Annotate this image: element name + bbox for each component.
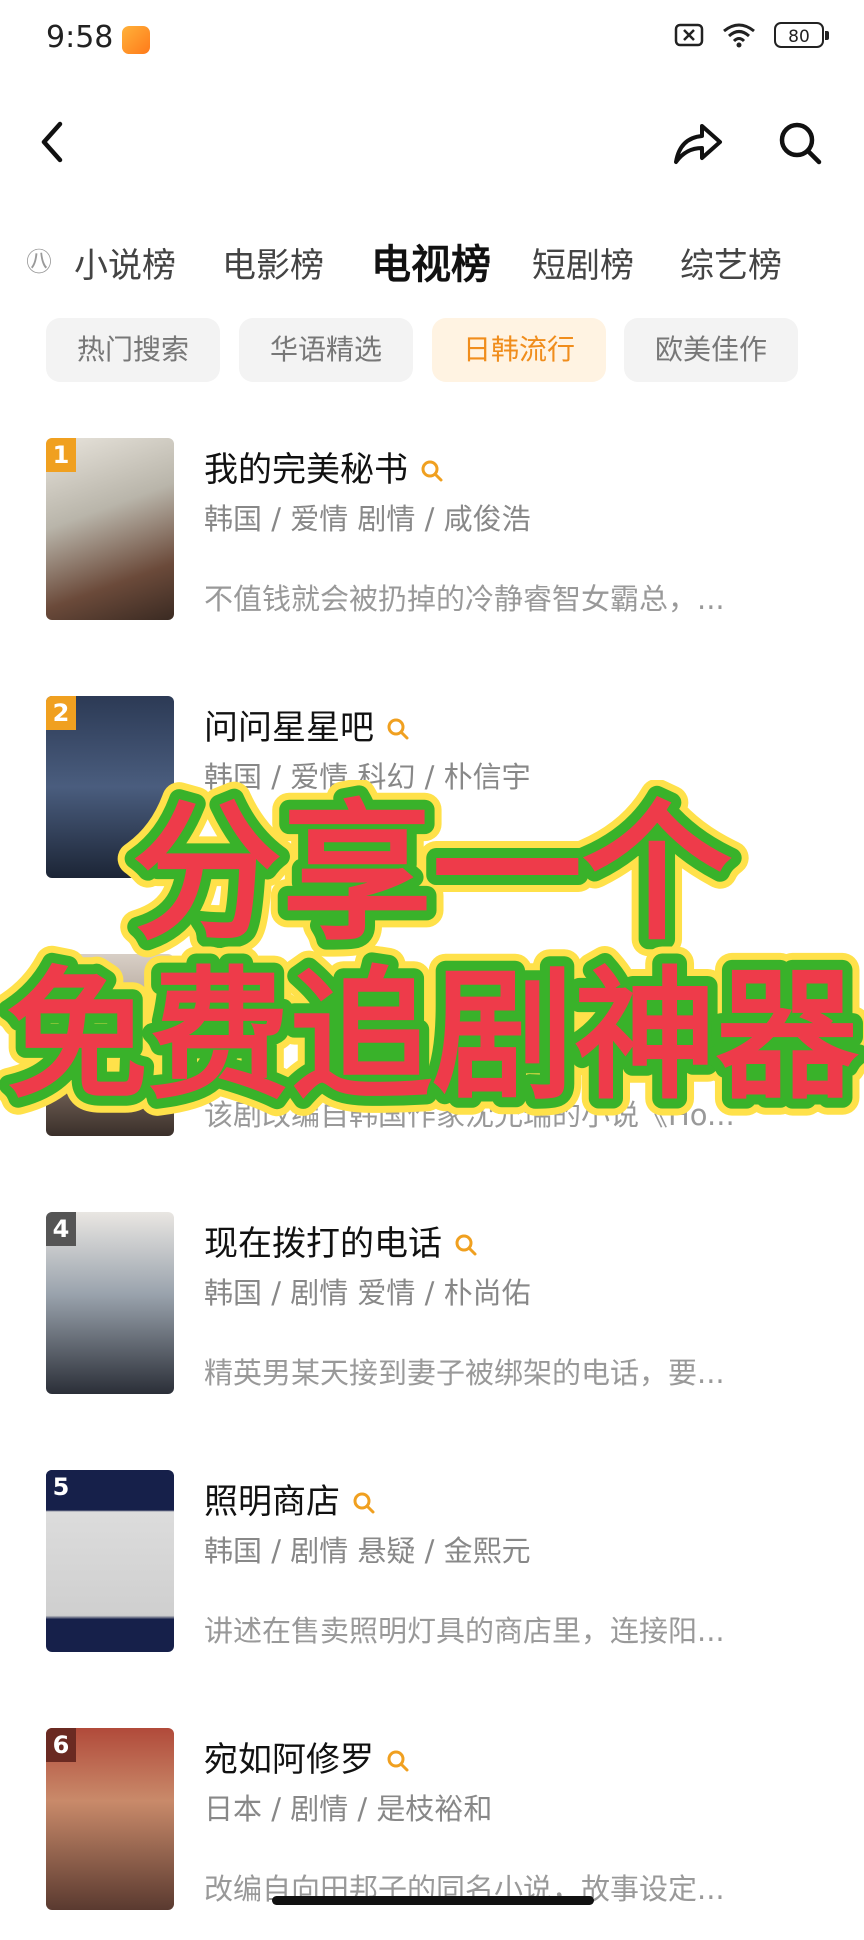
item-title: 宛如阿修罗	[204, 1732, 410, 1782]
filter-chips: 热门搜索 华语精选 日韩流行 欧美佳作	[0, 318, 864, 384]
app-notification-icon	[122, 26, 150, 54]
search-icon[interactable]	[420, 452, 444, 492]
item-description: 该剧改编自韩国作家沈允瑞的小说《Ho...	[204, 1098, 735, 1132]
item-title: 现在拨打的电话	[204, 1216, 478, 1266]
wifi-icon	[722, 22, 756, 48]
poster-image: 1	[46, 438, 174, 620]
rank-badge: 4	[46, 1212, 76, 1246]
item-description: 精英男某天接到妻子被绑架的电话，要...	[204, 1356, 725, 1390]
share-button[interactable]	[670, 118, 726, 172]
list-item[interactable]: 5 照明商店 韩国 / 剧情 悬疑 / 金熙元 讲述在售卖照明灯具的商店里，连接…	[0, 1462, 864, 1682]
rank-badge: 5	[46, 1470, 76, 1504]
item-meta: 日本 / 剧情 / 是枝裕和	[204, 1792, 493, 1826]
poster-image: 6	[46, 1728, 174, 1910]
category-tabs: ㊇ 小说榜 电影榜 电视榜 短剧榜 综艺榜	[0, 228, 864, 292]
tab-short-drama[interactable]: 短剧榜	[532, 238, 634, 287]
status-time: 9:58	[46, 20, 114, 55]
list-item[interactable]: 3 该剧改编自韩国作家沈允瑞的小说《Ho...	[0, 946, 864, 1166]
chip-chinese[interactable]: 华语精选	[239, 318, 413, 382]
poster-image: 5	[46, 1470, 174, 1652]
item-meta: 韩国 / 爱情 剧情 / 咸俊浩	[204, 502, 531, 536]
item-title: 我的完美秘书	[204, 442, 444, 492]
tab-novel[interactable]: 小说榜	[74, 238, 176, 287]
item-meta: 韩国 / 剧情 悬疑 / 金熙元	[204, 1534, 531, 1568]
share-icon	[674, 124, 722, 164]
search-icon[interactable]	[352, 1484, 376, 1524]
item-title: 照明商店	[204, 1474, 376, 1524]
item-title: 问问星星吧	[204, 700, 410, 750]
status-bar: 9:58 80	[0, 0, 864, 84]
search-button[interactable]	[775, 118, 825, 172]
tab-movie[interactable]: 电影榜	[222, 238, 324, 287]
item-description: 不值钱就会被扔掉的冷静睿智女霸总，...	[204, 582, 725, 616]
back-arrow-icon	[41, 121, 63, 163]
item-description: 讲述在售卖照明灯具的商店里，连接阳...	[204, 1614, 725, 1648]
rank-badge: 1	[46, 438, 76, 472]
search-icon[interactable]	[386, 710, 410, 750]
list-item[interactable]: 4 现在拨打的电话 韩国 / 剧情 爱情 / 朴尚佑 精英男某天接到妻子被绑架的…	[0, 1204, 864, 1424]
rank-badge: 2	[46, 696, 76, 730]
back-button[interactable]	[34, 118, 74, 170]
search-icon	[779, 122, 822, 165]
list-item[interactable]: 2 问问星星吧 韩国 / 爱情 科幻 / 朴信宇	[0, 688, 864, 908]
tab-partial-left[interactable]: ㊇	[26, 242, 52, 279]
list-item[interactable]: 1 我的完美秘书 韩国 / 爱情 剧情 / 咸俊浩 不值钱就会被扔掉的冷静睿智女…	[0, 430, 864, 650]
item-meta: 韩国 / 剧情 爱情 / 朴尚佑	[204, 1276, 531, 1310]
rank-badge: 6	[46, 1728, 76, 1762]
rank-badge: 3	[46, 954, 76, 988]
list-item[interactable]: 6 宛如阿修罗 日本 / 剧情 / 是枝裕和 改编自向田邦子的同名小说，故事设定…	[0, 1720, 864, 1940]
poster-image: 2	[46, 696, 174, 878]
chip-hot-search[interactable]: 热门搜索	[46, 318, 220, 382]
battery-indicator: 80	[774, 22, 829, 48]
home-indicator[interactable]	[272, 1896, 594, 1905]
search-icon[interactable]	[454, 1226, 478, 1266]
item-meta: 韩国 / 爱情 科幻 / 朴信宇	[204, 760, 531, 794]
search-icon[interactable]	[386, 1742, 410, 1782]
poster-image: 3	[46, 954, 174, 1136]
sim-off-icon	[674, 23, 704, 47]
chip-western[interactable]: 欧美佳作	[624, 318, 798, 382]
tab-tv[interactable]: 电视榜	[371, 232, 491, 290]
top-bar	[0, 110, 864, 180]
tab-variety[interactable]: 综艺榜	[680, 238, 782, 287]
poster-image: 4	[46, 1212, 174, 1394]
chip-jp-kr[interactable]: 日韩流行	[432, 318, 606, 382]
